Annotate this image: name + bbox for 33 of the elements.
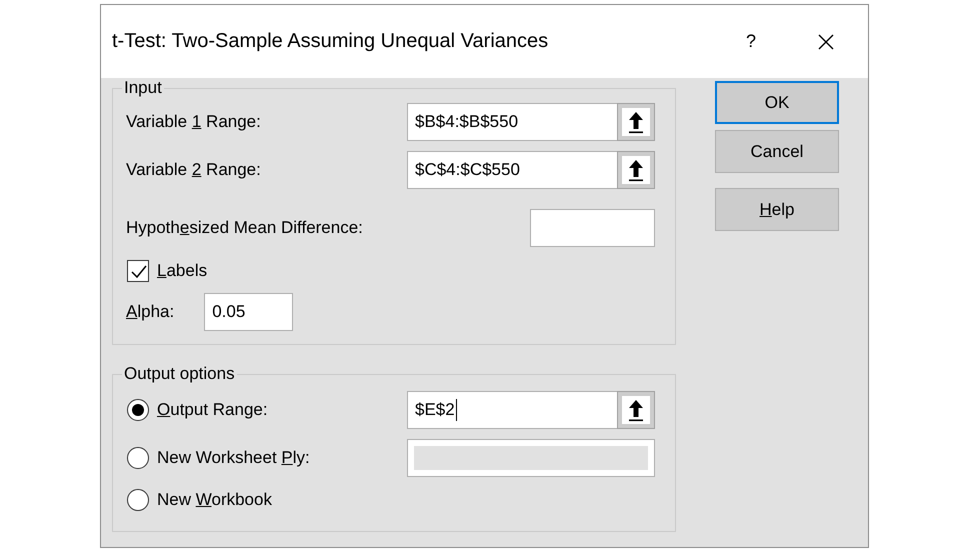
up-arrow-icon [626, 398, 646, 422]
dialog-button[interactable]: Help [715, 188, 839, 231]
radio-label: New Worksheet Ply: [157, 448, 310, 468]
dialog-button[interactable]: OK [715, 81, 839, 124]
group-title: Input [123, 78, 163, 98]
radio-button[interactable] [127, 447, 149, 469]
close-button[interactable] [818, 34, 834, 50]
field-label: Variable 2 Range: [126, 160, 261, 180]
close-icon [818, 34, 834, 50]
input-field[interactable]: $C$4:$C$550 [407, 151, 617, 189]
input-field[interactable]: $E$2 [407, 391, 617, 429]
checkbox-label: Labels [157, 261, 208, 281]
collapse-button[interactable] [617, 151, 655, 189]
up-arrow-icon [626, 110, 646, 134]
radio-label: New Workbook [157, 490, 272, 510]
input-field[interactable]: $B$4:$B$550 [407, 103, 617, 141]
input-field[interactable] [530, 209, 655, 247]
dialog-button[interactable]: Cancel [715, 130, 839, 173]
field-label: Alpha: [126, 302, 174, 322]
radio-button[interactable] [127, 489, 149, 511]
window-title: t-Test: Two-Sample Assuming Unequal Variances [112, 30, 550, 53]
collapse-button[interactable] [617, 103, 655, 141]
text-cursor [456, 399, 457, 421]
field-label: Variable 1 Range: [126, 112, 261, 132]
checkbox[interactable] [127, 260, 149, 282]
input-field[interactable]: 0.05 [204, 293, 294, 331]
collapse-button[interactable] [617, 391, 655, 429]
radio-label: Output Range: [157, 400, 268, 420]
group-title: Output options [123, 364, 236, 384]
radio-button[interactable] [127, 399, 149, 421]
field-label: Hypothesized Mean Difference: [126, 218, 363, 238]
help-button[interactable]: ? [746, 31, 756, 52]
up-arrow-icon [626, 158, 646, 182]
